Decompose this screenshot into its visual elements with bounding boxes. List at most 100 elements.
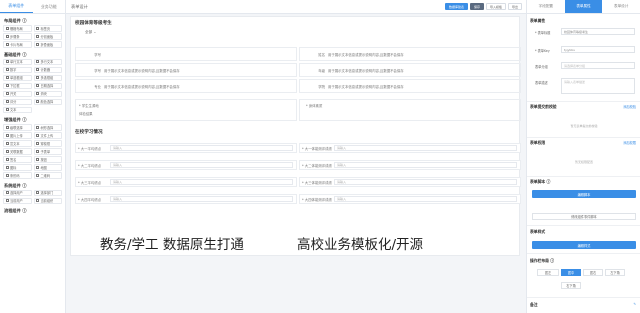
- toggle-label: 全部: [85, 30, 93, 34]
- component-icon: [5, 92, 9, 96]
- component-item[interactable]: 多行文本: [33, 58, 62, 65]
- component-item[interactable]: 级联选择: [3, 124, 32, 131]
- component-item[interactable]: 栅格布局: [3, 25, 32, 32]
- import-template-button[interactable]: 导入模板: [485, 3, 506, 10]
- form-title-input[interactable]: 校园体育等级考生: [561, 28, 635, 35]
- form-row[interactable]: 学号 用于展示文本信息或提示说明内容,且数据不会保存: [75, 63, 297, 77]
- form-key-input[interactable]: tyjykbs: [561, 46, 635, 53]
- layout-bottom-right-option[interactable]: 右下角: [561, 282, 581, 289]
- form-row[interactable]: * 身体素质: [299, 99, 521, 121]
- form-row[interactable]: 姓名 用于展示文本信息或提示说明内容,且数据不会保存: [299, 47, 521, 61]
- add-auth-link[interactable]: 添加权限: [623, 140, 636, 145]
- tab-form-design[interactable]: 表单设计: [602, 0, 640, 13]
- tab-business-functions[interactable]: 业务功能: [33, 0, 66, 13]
- component-item[interactable]: 穿梭框: [33, 140, 62, 147]
- component-icon: [5, 165, 9, 169]
- component-icon: [5, 34, 9, 38]
- component-item[interactable]: 二维码: [33, 172, 62, 179]
- form-row[interactable]: * 学生生源地 体检结果: [75, 99, 297, 121]
- component-item[interactable]: 地图: [33, 164, 62, 171]
- component-item[interactable]: 计数器: [33, 66, 62, 73]
- note-edit-icon[interactable]: ✎: [633, 302, 636, 306]
- exam-result-label: 体检结果: [79, 112, 93, 116]
- layout-bottom-left-option[interactable]: 左下角: [605, 269, 625, 276]
- layout-title: 操作栏布局 ⓘ: [530, 258, 555, 263]
- component-item[interactable]: 标签页: [33, 25, 62, 32]
- component-item[interactable]: 文本: [3, 106, 32, 113]
- component-icon: [36, 42, 39, 46]
- component-icon: [36, 84, 39, 88]
- component-icon: [5, 84, 9, 88]
- component-item[interactable]: 子表单: [33, 148, 62, 155]
- component-item[interactable]: 数字: [3, 66, 32, 73]
- component-item[interactable]: 富文本: [3, 140, 32, 147]
- form-row[interactable]: 学号: [75, 47, 297, 61]
- field-label: * 大四平均绩点: [78, 197, 102, 202]
- collapse-toggle[interactable]: 全部 ⌄: [85, 30, 96, 35]
- component-icon: [36, 199, 39, 203]
- component-item[interactable]: 开关: [3, 90, 32, 97]
- component-label: 评分: [10, 100, 17, 105]
- layout-left-option[interactable]: 居左: [537, 269, 559, 276]
- form-row[interactable]: 年级 用于展示文本信息或提示说明内容,且数据不会保存: [299, 63, 521, 77]
- form-group-select[interactable]: 请选择表单分组: [561, 62, 635, 69]
- score-input[interactable]: 请输入: [110, 145, 293, 151]
- component-item[interactable]: 单选框组: [3, 74, 32, 81]
- component-icon: [5, 173, 9, 177]
- component-item[interactable]: 折叠面板: [33, 41, 62, 48]
- component-item[interactable]: 条形码: [3, 172, 32, 179]
- score-input[interactable]: 请输入: [334, 145, 517, 151]
- tab-field-config[interactable]: 字段配置: [527, 0, 565, 13]
- tab-form-components[interactable]: 表单组件: [0, 0, 33, 13]
- edit-event-script-button[interactable]: 修改组件事件脚本: [532, 213, 636, 220]
- component-item[interactable]: 分割面板: [33, 33, 62, 40]
- component-label: 分割面板: [40, 34, 54, 39]
- component-item[interactable]: 选择部门: [33, 189, 62, 196]
- component-item[interactable]: 当前用户: [3, 197, 32, 204]
- component-item[interactable]: 树形选择: [33, 124, 62, 131]
- component-label: 单选框组: [10, 76, 23, 81]
- layout-right-option[interactable]: 居右: [583, 269, 603, 276]
- score-input[interactable]: 请输入: [334, 179, 517, 185]
- component-icon: [5, 133, 9, 137]
- layout-center-option[interactable]: 居中: [561, 269, 581, 276]
- form-description-input[interactable]: 请输入表单描述: [561, 78, 635, 94]
- section-title: 在校学习情况: [75, 130, 103, 135]
- form-designer: 表单组件 业务功能 布局组件 ⓘ 栅格布局 标签页 步骤条 分割面板 卡片布局 折叠面板 基础…: [0, 0, 640, 313]
- component-item[interactable]: 单行文本: [3, 58, 32, 65]
- edit-script-button[interactable]: 编辑脚本: [532, 190, 636, 198]
- component-icon: [5, 141, 9, 145]
- component-item[interactable]: 卡片布局: [3, 41, 32, 48]
- component-item[interactable]: 图片上传: [3, 132, 32, 139]
- component-item[interactable]: 图标: [3, 164, 32, 171]
- score-input[interactable]: 请输入: [110, 162, 293, 168]
- score-input[interactable]: 请输入: [334, 196, 517, 202]
- component-item[interactable]: 多选框组: [33, 74, 62, 81]
- tab-form-attrs[interactable]: 表单属性: [564, 0, 603, 13]
- form-row[interactable]: 专业 用于展示文本信息或提示说明内容,且数据不会保存: [75, 79, 297, 93]
- save-button[interactable]: 保存: [469, 3, 484, 10]
- edit-style-button[interactable]: 编辑样式: [532, 241, 636, 249]
- component-label: 数字: [10, 68, 17, 73]
- component-item[interactable]: 下拉框: [3, 82, 32, 89]
- component-item[interactable]: 选择用户: [3, 189, 32, 196]
- divider: [527, 101, 640, 102]
- component-item[interactable]: 颜色选择: [33, 98, 62, 105]
- score-input[interactable]: 请输入: [334, 162, 517, 168]
- component-item[interactable]: 关联数据: [3, 148, 32, 155]
- component-item[interactable]: 当前组织: [33, 197, 62, 204]
- form-row[interactable]: 学院 用于展示文本信息或提示说明内容,且数据不会保存: [299, 79, 521, 93]
- component-item[interactable]: 评分: [3, 98, 32, 105]
- score-input[interactable]: 请输入: [110, 179, 293, 185]
- component-item[interactable]: 文件上传: [33, 132, 62, 139]
- component-item[interactable]: 滑块: [33, 90, 62, 97]
- component-item[interactable]: 步骤条: [3, 33, 32, 40]
- component-item[interactable]: 签名: [3, 156, 32, 163]
- component-icon: [5, 125, 9, 129]
- export-button[interactable]: 导出: [507, 3, 522, 10]
- component-item[interactable]: 日期选择: [33, 82, 62, 89]
- component-item[interactable]: 按钮: [33, 156, 62, 163]
- add-check-link[interactable]: 添加校验: [623, 104, 636, 109]
- create-table-button[interactable]: 数据库建表: [444, 3, 468, 10]
- score-input[interactable]: 请输入: [110, 196, 293, 202]
